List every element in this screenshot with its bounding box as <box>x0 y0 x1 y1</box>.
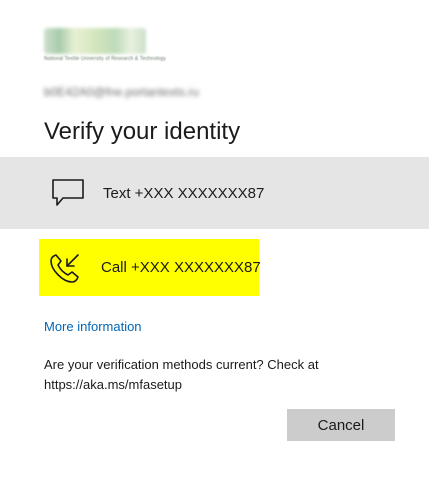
call-verification-option[interactable]: Call +XXX XXXXXXX87 <box>39 239 261 296</box>
logo-image <box>44 28 146 54</box>
note-line-2: https://aka.ms/mfasetup <box>44 377 183 392</box>
verification-methods-note: Are your verification methods current? C… <box>44 355 364 395</box>
text-verification-option[interactable]: Text +XXX XXXXXXX87 <box>0 157 429 229</box>
sms-icon <box>50 175 86 211</box>
logo-subtitle: National Textile University of Research … <box>44 56 167 62</box>
phone-call-icon <box>48 250 82 286</box>
page-title: Verify your identity <box>44 118 241 145</box>
account-email: b0E42A0@fne.portantexts.ru <box>44 85 199 99</box>
organization-logo: National Textile University of Research … <box>44 28 166 66</box>
call-option-label: Call +XXX XXXXXXX87 <box>101 259 261 276</box>
more-information-link[interactable]: More information <box>44 319 142 334</box>
text-option-label: Text +XXX XXXXXXX87 <box>103 184 265 202</box>
note-line-1: Are your verification methods current? C… <box>44 357 319 372</box>
cancel-button[interactable]: Cancel <box>287 409 395 441</box>
